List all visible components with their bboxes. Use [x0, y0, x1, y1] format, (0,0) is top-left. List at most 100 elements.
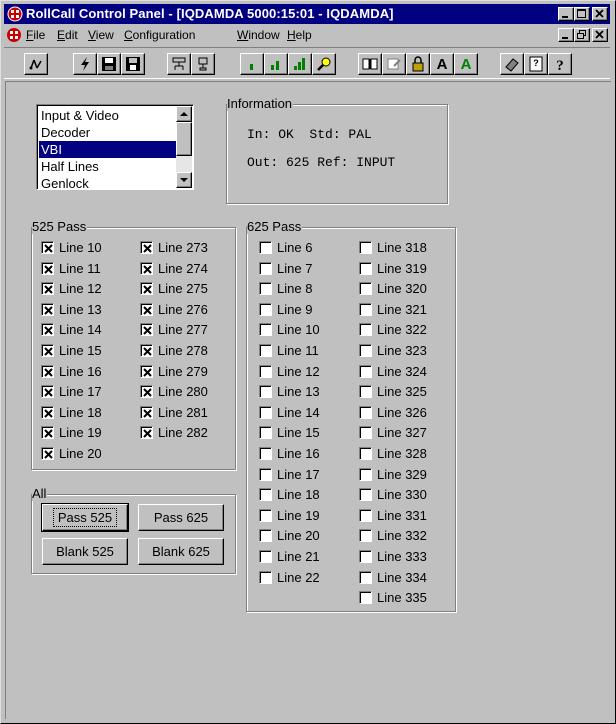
document-minimize-button[interactable] — [558, 28, 574, 42]
checkbox-box[interactable] — [140, 241, 153, 254]
scroll-down-button[interactable] — [176, 172, 192, 188]
checkbox-box[interactable] — [359, 405, 372, 419]
checkbox-box[interactable] — [41, 261, 54, 275]
checkbox-box[interactable] — [41, 282, 54, 296]
checkbox-box[interactable] — [359, 385, 372, 399]
connect-button[interactable] — [24, 53, 48, 75]
document-restore-button[interactable] — [574, 28, 590, 42]
checkbox-box[interactable] — [259, 385, 272, 399]
checkbox-box[interactable] — [359, 467, 372, 481]
rollcall-icon[interactable] — [7, 6, 23, 22]
document-close-button[interactable] — [592, 28, 608, 42]
flash-button[interactable] — [73, 53, 97, 75]
edit-button[interactable] — [382, 53, 406, 75]
checkbox-box[interactable] — [259, 282, 272, 296]
checkbox-box[interactable] — [140, 344, 153, 357]
checkbox-box[interactable] — [259, 323, 272, 337]
checkbox-box[interactable] — [41, 364, 54, 378]
checkbox-box[interactable] — [359, 550, 372, 563]
menu-file[interactable]: File — [26, 28, 45, 42]
checkbox-box[interactable] — [359, 508, 372, 522]
network-button[interactable] — [167, 53, 191, 75]
font-a-button[interactable]: A — [430, 53, 454, 75]
book-button[interactable] — [358, 53, 382, 75]
scroll-thumb[interactable] — [176, 122, 192, 156]
checkbox-box[interactable] — [41, 385, 54, 399]
checkbox-box[interactable] — [140, 364, 153, 378]
checkbox-box[interactable] — [259, 570, 272, 584]
checkbox-box[interactable] — [359, 426, 372, 440]
search-button[interactable] — [312, 53, 336, 75]
list-item[interactable]: Decoder — [39, 124, 177, 141]
checkbox-box[interactable] — [359, 261, 372, 275]
pass-625-button[interactable]: Pass 625 — [138, 504, 224, 531]
checkbox-box[interactable] — [259, 550, 272, 563]
checkbox-box[interactable] — [41, 447, 54, 460]
checkbox-box[interactable] — [259, 426, 272, 440]
maximize-button[interactable] — [574, 7, 590, 21]
checkbox-box[interactable] — [140, 426, 153, 440]
save-button[interactable] — [97, 53, 121, 75]
checkbox-box[interactable] — [41, 302, 54, 316]
help-context-button[interactable]: ? — [548, 53, 572, 75]
checkbox-box[interactable] — [359, 591, 372, 605]
menu-edit[interactable]: Edit — [57, 28, 78, 42]
checkbox-box[interactable] — [140, 405, 153, 419]
checkbox-box[interactable] — [259, 302, 272, 316]
category-list[interactable]: Input & Video Decoder VBI Half Lines Gen… — [36, 104, 194, 190]
list-item[interactable]: Half Lines — [39, 158, 177, 175]
checkbox-box[interactable] — [259, 467, 272, 481]
checkbox-box[interactable] — [41, 344, 54, 357]
checkbox-box[interactable] — [259, 344, 272, 357]
checkbox-box[interactable] — [359, 323, 372, 337]
checkbox-box[interactable] — [140, 282, 153, 296]
checkbox-box[interactable] — [259, 529, 272, 543]
level-mid-button[interactable] — [264, 53, 288, 75]
list-scrollbar[interactable] — [176, 106, 192, 188]
checkbox-box[interactable] — [359, 241, 372, 254]
checkbox-box[interactable] — [359, 529, 372, 543]
level-low-button[interactable] — [240, 53, 264, 75]
checkbox-box[interactable] — [41, 426, 54, 440]
checkbox-box[interactable] — [41, 241, 54, 254]
checkbox-box[interactable] — [359, 302, 372, 316]
scroll-up-button[interactable] — [176, 106, 192, 122]
menu-view[interactable]: View — [88, 28, 114, 42]
menu-configuration[interactable]: Configuration — [124, 28, 195, 42]
checkbox-box[interactable] — [41, 323, 54, 337]
checkbox-box[interactable] — [259, 261, 272, 275]
pass-525-button[interactable]: Pass 525 — [41, 503, 129, 532]
font-a-green-button[interactable]: A — [454, 53, 478, 75]
device-button[interactable] — [191, 53, 215, 75]
lock-button[interactable] — [406, 53, 430, 75]
checkbox-box[interactable] — [140, 261, 153, 275]
checkbox-box[interactable] — [259, 241, 272, 254]
list-item-selected[interactable]: VBI — [39, 141, 177, 158]
checkbox-box[interactable] — [140, 323, 153, 337]
title-bar[interactable]: RollCall Control Panel - [IQDAMDA 5000:1… — [4, 4, 610, 24]
checkbox-box[interactable] — [359, 344, 372, 357]
close-button[interactable] — [592, 7, 608, 21]
list-item[interactable]: Input & Video — [39, 107, 177, 124]
checkbox-box[interactable] — [140, 302, 153, 316]
checkbox-box[interactable] — [359, 364, 372, 378]
menu-help[interactable]: Help — [287, 28, 312, 42]
save-all-button[interactable] — [121, 53, 145, 75]
level-high-button[interactable] — [288, 53, 312, 75]
checkbox-box[interactable] — [259, 405, 272, 419]
checkbox-box[interactable] — [359, 570, 372, 584]
checkbox-box[interactable] — [259, 488, 272, 502]
checkbox-box[interactable] — [140, 385, 153, 399]
checkbox-box[interactable] — [259, 447, 272, 460]
checkbox-box[interactable] — [259, 508, 272, 522]
checkbox-box[interactable] — [359, 447, 372, 460]
list-item[interactable]: Genlock — [39, 175, 177, 189]
blank-625-button[interactable]: Blank 625 — [138, 538, 224, 565]
checkbox-box[interactable] — [41, 405, 54, 419]
eraser-button[interactable] — [500, 53, 524, 75]
checkbox-box[interactable] — [359, 282, 372, 296]
document-system-menu-icon[interactable] — [6, 27, 22, 43]
blank-525-button[interactable]: Blank 525 — [42, 538, 128, 565]
menu-window[interactable]: Window — [237, 28, 280, 42]
minimize-button[interactable] — [558, 7, 574, 21]
